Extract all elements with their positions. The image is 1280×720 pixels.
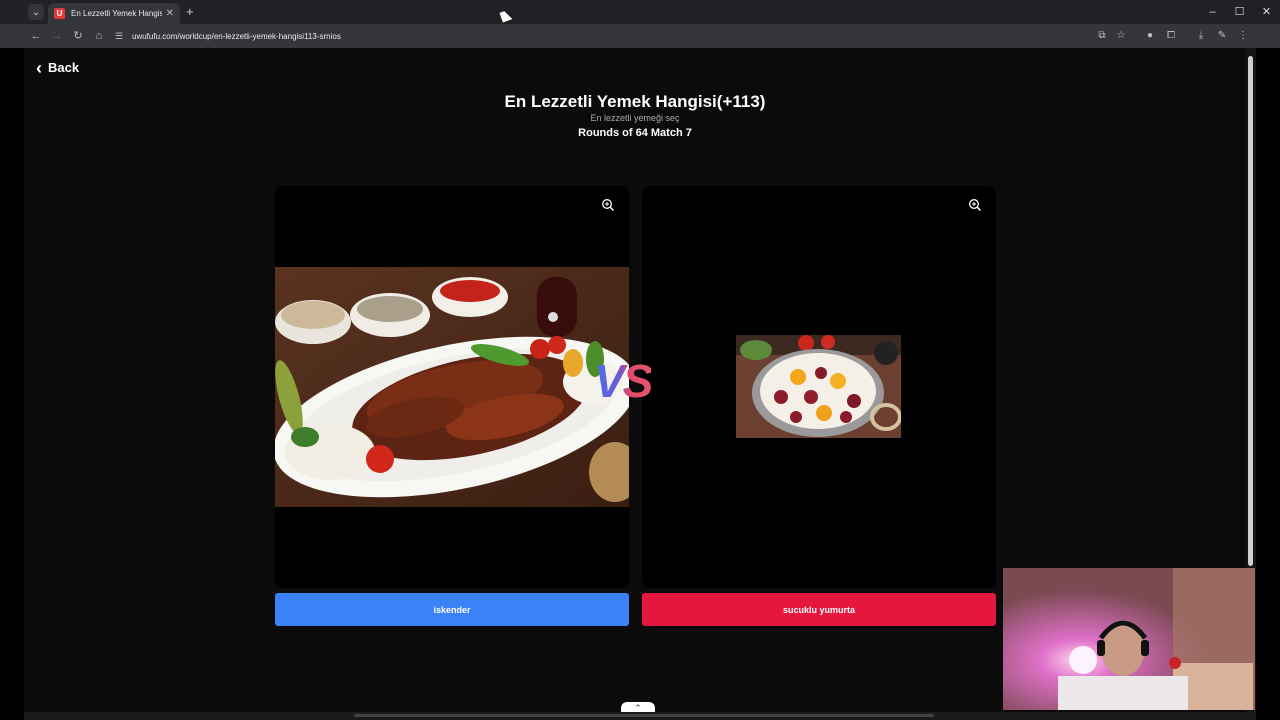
zoom-in-icon[interactable] bbox=[601, 198, 615, 212]
iskender-food-image[interactable] bbox=[275, 267, 629, 507]
translate-icon[interactable]: ⧉ bbox=[1095, 29, 1109, 43]
new-tab-plus-icon[interactable]: + bbox=[186, 4, 194, 19]
home-icon[interactable]: ⌂ bbox=[91, 28, 107, 44]
address-bar[interactable]: ☰ uwufufu.com/worldcup/en-lezzetli-yemek… bbox=[112, 26, 1132, 46]
chevron-left-icon: ‹ bbox=[36, 57, 42, 78]
reload-icon[interactable]: ↻ bbox=[70, 28, 86, 44]
browser-toolbar: ← → ↻ ⌂ ☰ uwufufu.com/worldcup/en-lezzet… bbox=[0, 24, 1280, 48]
sucuklu-yumurta-food-image[interactable] bbox=[736, 335, 901, 438]
back-arrow-icon[interactable]: ← bbox=[28, 28, 44, 44]
star-icon[interactable]: ☆ bbox=[1114, 29, 1128, 43]
minimize-icon[interactable]: – bbox=[1199, 0, 1226, 24]
menu-icon[interactable]: ⋮ bbox=[1236, 29, 1250, 43]
scrollbar-thumb[interactable] bbox=[1248, 56, 1253, 566]
close-icon[interactable]: ✕ bbox=[166, 8, 174, 19]
left-choice-card[interactable] bbox=[275, 186, 629, 588]
vs-label: VS bbox=[594, 355, 653, 407]
maximize-icon[interactable]: ☐ bbox=[1226, 0, 1253, 24]
back-label: Back bbox=[48, 60, 80, 75]
window-controls: – ☐ ✕ bbox=[1199, 0, 1280, 24]
favicon-icon: U bbox=[54, 8, 65, 19]
profile-icon[interactable]: ✎ bbox=[1215, 29, 1229, 43]
zoom-in-icon[interactable] bbox=[968, 198, 982, 212]
url-text[interactable]: uwufufu.com/worldcup/en-lezzetli-yemek-h… bbox=[132, 32, 341, 41]
puzzle-icon[interactable]: ⧠ bbox=[1164, 29, 1178, 43]
tab-search-icon[interactable]: ⌄ bbox=[28, 4, 44, 20]
round-info: Rounds of 64 Match 7 bbox=[578, 127, 692, 139]
forward-arrow-icon[interactable]: → bbox=[49, 28, 65, 44]
tab-title: En Lezzetli Yemek Hangisi(+11 bbox=[71, 9, 162, 18]
choose-sucuklu-yumurta-button[interactable]: sucuklu yumurta bbox=[642, 593, 996, 626]
back-button[interactable]: ‹ Back bbox=[36, 57, 80, 78]
browser-tab[interactable]: U En Lezzetli Yemek Hangisi(+11 ✕ bbox=[48, 3, 180, 24]
browser-tabstrip: ⌄ U En Lezzetli Yemek Hangisi(+11 ✕ + – … bbox=[0, 0, 1280, 24]
site-info-icon[interactable]: ☰ bbox=[112, 31, 126, 42]
horizontal-scrollbar[interactable] bbox=[24, 712, 1256, 720]
choose-iskender-button[interactable]: iskender bbox=[275, 593, 629, 626]
webcam-overlay bbox=[1003, 568, 1255, 710]
window-close-icon[interactable]: ✕ bbox=[1253, 0, 1280, 24]
extension-icon[interactable]: ● bbox=[1143, 29, 1157, 43]
page-title: En Lezzetli Yemek Hangisi(+113) bbox=[504, 92, 766, 111]
right-choice-card[interactable] bbox=[642, 186, 996, 588]
horizontal-scrollbar-thumb[interactable] bbox=[354, 714, 934, 717]
download-icon[interactable]: ⤓ bbox=[1194, 29, 1208, 43]
page-subtitle: En lezzetli yemeği seç bbox=[590, 113, 680, 123]
